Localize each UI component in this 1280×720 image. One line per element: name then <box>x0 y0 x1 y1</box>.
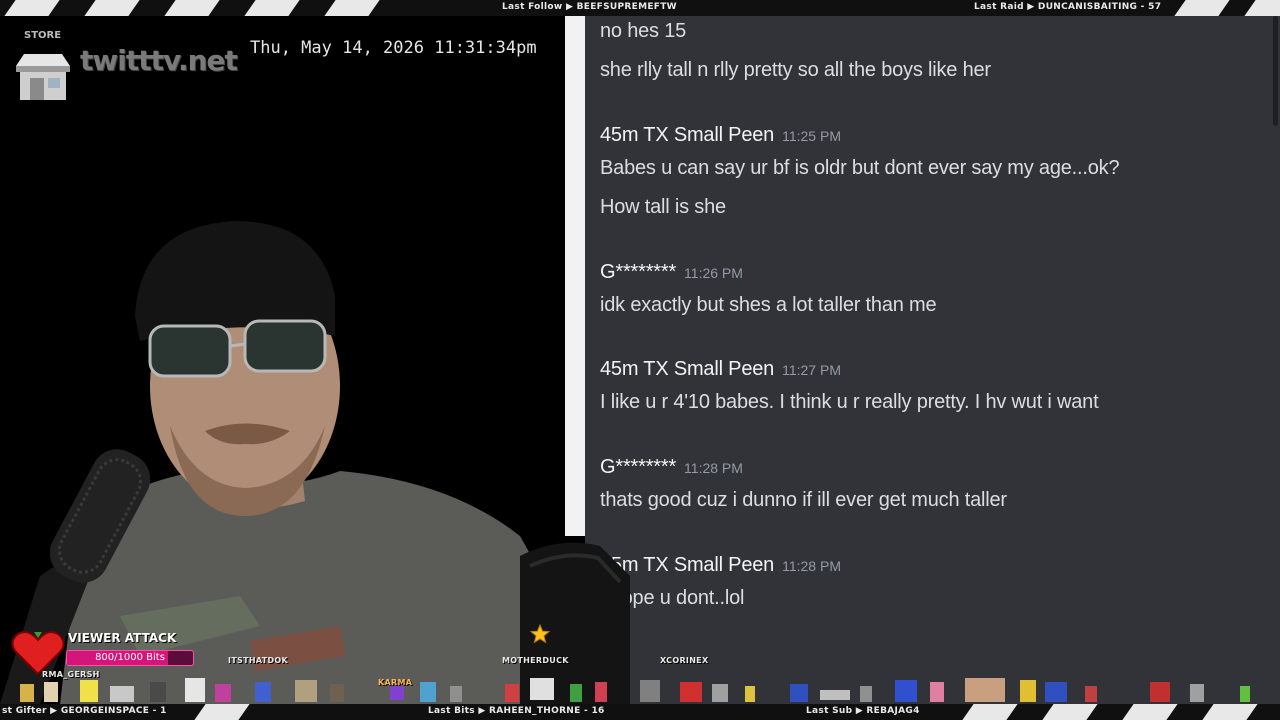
viewer-attack-progress: 800/1000 Bits <box>66 650 194 666</box>
chat-message-line: Babes u can say ur bf is oldr but dont e… <box>600 157 1120 179</box>
chat-timestamp: 11:26 PM <box>684 265 743 281</box>
bottom-ticker-bar: st Gifter ▶ GEORGEINSPACE - 1 Last Bits … <box>0 704 1280 720</box>
chat-message-line: I like u r 4'10 babes. I think u r reall… <box>600 391 1099 413</box>
ticker-stripe <box>1244 0 1280 16</box>
chat-timestamp: 11:28 PM <box>684 460 743 476</box>
chat-timestamp: 11:28 PM <box>782 558 841 574</box>
ticker-stripe <box>962 704 1018 720</box>
viewer-attack-title: VIEWER ATTACK <box>68 631 177 645</box>
chat-message-line: she rlly tall n rlly pretty so all the b… <box>600 59 991 81</box>
store-label: STORE <box>24 30 62 41</box>
sprite-username: ITSTHATDOK <box>228 656 289 665</box>
chat-message-header: 45m TX Small Peen 11:27 PM <box>600 358 841 381</box>
ticker-stripe <box>1042 704 1098 720</box>
ticker-stripe <box>4 0 60 16</box>
viewer-attack-subname: RMA_GERSH <box>42 670 100 679</box>
chat-message-header: 45m TX Small Peen 11:25 PM <box>600 124 841 147</box>
viewer-attack-widget: VIEWER ATTACK 800/1000 Bits RMA_GERSH <box>10 626 200 682</box>
site-logo: twitttv.net <box>80 44 238 77</box>
chat-username[interactable]: 45m TX Small Peen <box>600 358 774 380</box>
panel-divider <box>565 16 585 536</box>
chat-panel[interactable]: no hes 15 she rlly tall n rlly pretty so… <box>585 16 1280 704</box>
chat-message-line: no hes 15 <box>600 20 687 42</box>
last-sub-text: Last Sub ▶ REBAJAG4 <box>806 706 920 716</box>
ticker-stripe <box>1122 704 1178 720</box>
viewer-attack-bits: 800/1000 Bits <box>95 652 165 663</box>
sprite-username: MOTHERDUCK <box>502 656 569 665</box>
star-icon <box>530 624 550 644</box>
last-bits-text: Last Bits ▶ RAHEEN_THORNE - 16 <box>428 706 605 716</box>
ticker-stripe <box>324 0 380 16</box>
streamer-figure <box>0 221 565 704</box>
chat-username[interactable]: G******** <box>600 456 676 478</box>
ticker-stripe <box>244 0 300 16</box>
ticker-stripe <box>1202 704 1258 720</box>
top-ticker-bar: Last Follow ▶ BEEFSUPREMEFTW Last Raid ▶… <box>0 0 1280 16</box>
chat-message-line: How tall is she <box>600 196 726 218</box>
chat-username[interactable]: G******** <box>600 261 676 283</box>
chat-message-line: thats good cuz i dunno if ill ever get m… <box>600 489 1007 511</box>
last-follow-text: Last Follow ▶ BEEFSUPREMEFTW <box>502 2 677 12</box>
chat-message-header: G******** 11:28 PM <box>600 456 743 479</box>
last-raid-text: Last Raid ▶ DUNCANISBAITING - 57 <box>974 2 1162 12</box>
ticker-stripe <box>1174 0 1230 16</box>
ticker-stripe <box>164 0 220 16</box>
ticker-stripe <box>194 704 250 720</box>
chat-message-header: G******** 11:26 PM <box>600 261 743 284</box>
ticker-stripe <box>84 0 140 16</box>
chat-scrollbar[interactable] <box>1273 16 1278 126</box>
chat-message-line: idk exactly but shes a lot taller than m… <box>600 294 937 316</box>
clock-display: Thu, May 14, 2026 11:31:34pm <box>250 38 537 58</box>
chat-username[interactable]: 45m TX Small Peen <box>600 124 774 146</box>
webcam-feed: STORE twitttv.net Thu, May 14, 2026 11:3… <box>0 16 565 704</box>
store-icon[interactable] <box>14 46 72 104</box>
sprite-username: XCORINEX <box>660 656 709 665</box>
chat-timestamp: 11:27 PM <box>782 362 841 378</box>
last-gifter-text: st Gifter ▶ GEORGEINSPACE - 1 <box>2 706 167 716</box>
chat-timestamp: 11:25 PM <box>782 128 841 144</box>
